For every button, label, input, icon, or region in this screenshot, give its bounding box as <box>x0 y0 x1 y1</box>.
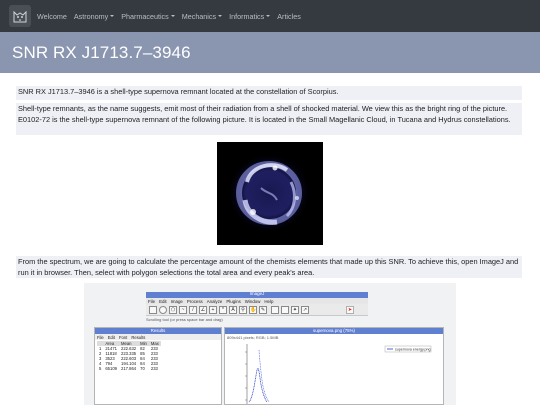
top-navbar: Welcome Astronomy Pharmaceutics Mechanic… <box>0 0 540 32</box>
stack-tool-icon[interactable] <box>281 306 289 314</box>
oval-tool-icon[interactable] <box>159 306 167 314</box>
angle-tool-icon[interactable]: ∠ <box>199 306 207 314</box>
nav-articles[interactable]: Articles <box>277 12 301 21</box>
more-tools-icon[interactable]: ➤ <box>346 306 354 314</box>
table-cell: 217.864 <box>121 366 137 371</box>
arrow-tool-icon[interactable]: ↗ <box>301 306 309 314</box>
dev-tool-icon[interactable] <box>271 306 279 314</box>
imagej-menu-process[interactable]: Process <box>187 299 203 304</box>
results-table: Area Mean Min Max 1 21471 222.632 82 233… <box>97 341 161 371</box>
color-picker-icon[interactable]: ✎ <box>259 306 267 314</box>
cat-logo-icon <box>13 10 27 23</box>
imagej-menu-edit[interactable]: Edit <box>159 299 167 304</box>
point-tool-icon[interactable]: + <box>209 306 217 314</box>
imagej-menu-window[interactable]: Window <box>245 299 261 304</box>
results-menubar: File Edit Font Results <box>95 334 221 340</box>
wand-tool-icon[interactable]: * <box>219 306 227 314</box>
spectrum-plot[interactable]: supernova energy.png <box>225 340 443 404</box>
imagej-screenshot: ImageJ File Edit Image Process Analyze P… <box>84 283 456 405</box>
nav-welcome[interactable]: Welcome <box>37 12 67 21</box>
results-menu-font[interactable]: Font <box>119 335 127 340</box>
table-cell: 233 <box>150 366 158 371</box>
nav-mechanics[interactable]: Mechanics <box>182 12 223 21</box>
imagej-menu-file[interactable]: File <box>148 299 155 304</box>
nav-astronomy[interactable]: Astronomy <box>74 12 115 21</box>
chevron-down-icon <box>266 15 271 17</box>
page-header: SNR RX J1713.7–3946 <box>0 32 540 73</box>
table-cell: 70 <box>140 366 145 371</box>
hand-tool-icon[interactable]: ✋ <box>249 306 257 314</box>
nav-pharmaceutics[interactable]: Pharmaceutics <box>121 12 175 21</box>
supernova-remnant-image <box>217 142 323 245</box>
imagej-menu-analyze[interactable]: Analyze <box>207 299 223 304</box>
results-menu-edit[interactable]: Edit <box>108 335 115 340</box>
results-window: Results File Edit Font Results Area Mean… <box>94 327 222 405</box>
rectangle-tool-icon[interactable] <box>149 306 157 314</box>
line-tool-icon[interactable]: / <box>189 306 197 314</box>
imagej-title: ImageJ <box>249 291 265 296</box>
imagej-menu-help[interactable]: Help <box>264 299 273 304</box>
spectrum-paragraph: From the spectrum, we are going to calcu… <box>16 256 522 278</box>
imagej-menu-image[interactable]: Image <box>171 299 183 304</box>
polygon-tool-icon[interactable]: ⬠ <box>169 306 177 314</box>
chevron-down-icon <box>110 15 115 17</box>
freehand-tool-icon[interactable]: ~ <box>179 306 187 314</box>
imagej-menu-plugins[interactable]: Plugins <box>226 299 240 304</box>
text-tool-icon[interactable]: A <box>229 306 237 314</box>
imagej-toolbar: ⬠ ~ / ∠ + * A ⚲ ✋ ✎ ✦ ↗ ➤ <box>146 304 368 316</box>
brush-tool-icon[interactable]: ✦ <box>291 306 299 314</box>
page-title: SNR RX J1713.7–3946 <box>12 42 191 62</box>
table-cell: 65109 <box>105 366 117 371</box>
shell-type-paragraph: Shell-type remnants, as the name suggest… <box>16 103 522 135</box>
results-menu-results[interactable]: Results <box>131 335 145 340</box>
chevron-down-icon <box>218 15 223 17</box>
zoom-tool-icon[interactable]: ⚲ <box>239 306 247 314</box>
table-row[interactable]: 5 65109 217.864 70 233 <box>97 366 161 371</box>
spectrum-image-window: supernova.png (75%) 809x441 pixels; RGB;… <box>224 327 444 405</box>
plot-legend-label: supernova energy.png <box>395 348 431 352</box>
imagej-status: Scrolling tool (or press space bar and d… <box>146 317 223 322</box>
spectrum-window-title: supernova.png (75%) <box>225 328 443 334</box>
nav-informatics[interactable]: Informatics <box>229 12 271 21</box>
chevron-down-icon <box>170 15 175 17</box>
intro-paragraph: SNR RX J1713.7–3946 is a shell-type supe… <box>16 86 522 100</box>
site-logo[interactable] <box>9 5 31 27</box>
results-menu-file[interactable]: File <box>97 335 104 340</box>
